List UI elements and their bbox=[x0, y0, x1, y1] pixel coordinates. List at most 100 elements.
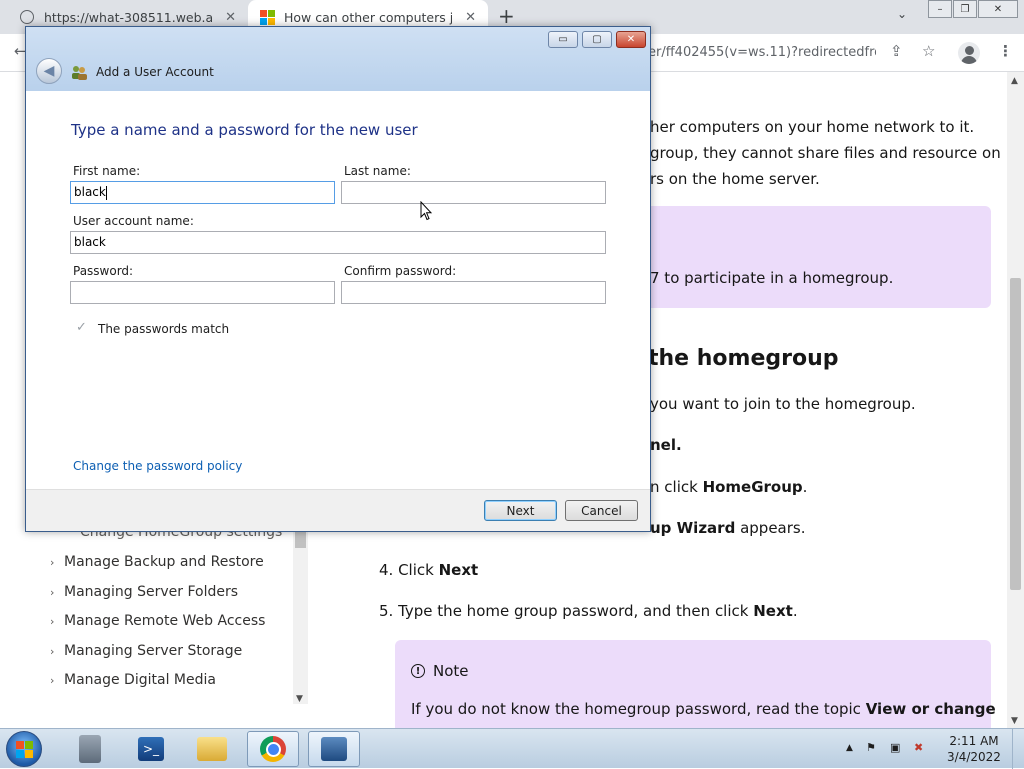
step-bold: nel. bbox=[650, 436, 682, 454]
step-post: . bbox=[792, 602, 798, 620]
password-match-status: The passwords match bbox=[98, 322, 230, 336]
dialog-title-bar: ▭ ▢ ✕ ◀ Add a User Account bbox=[26, 27, 650, 91]
step-post: . bbox=[802, 478, 808, 496]
dialog-close-button[interactable]: ✕ bbox=[616, 31, 646, 48]
nav-item-label: Manage Remote Web Access bbox=[64, 613, 266, 629]
taskbar-clock[interactable]: 2:11 AM 3/4/2022 bbox=[946, 733, 1002, 765]
taskbar-chrome[interactable] bbox=[247, 731, 299, 767]
first-name-field[interactable]: black bbox=[70, 181, 335, 204]
account-name-field[interactable]: black bbox=[70, 231, 606, 254]
step-pre: n click bbox=[650, 478, 703, 496]
nav-item-remote-web-access[interactable]: › Manage Remote Web Access bbox=[50, 613, 265, 629]
browser-maximize-button[interactable]: ❐ bbox=[953, 0, 977, 18]
password-policy-link[interactable]: Change the password policy bbox=[73, 459, 242, 473]
note-body-link[interactable]: View or change bbox=[866, 700, 996, 718]
tab-search-icon[interactable]: ⌄ bbox=[897, 7, 907, 21]
nav-item-label: Manage Backup and Restore bbox=[64, 554, 264, 570]
show-desktop-button[interactable] bbox=[1012, 729, 1024, 769]
more-menu-icon[interactable]: ⋮ bbox=[998, 42, 1013, 60]
step-pre: 4. Click bbox=[379, 561, 439, 579]
scroll-down-arrow-icon[interactable]: ▼ bbox=[296, 694, 303, 704]
share-icon[interactable]: ⇪ bbox=[890, 42, 903, 60]
volume-muted-icon[interactable]: ✖ bbox=[914, 741, 923, 754]
nav-item-label: Manage Digital Media bbox=[64, 672, 216, 688]
taskbar-explorer[interactable] bbox=[186, 731, 238, 767]
tab-close-icon[interactable]: ✕ bbox=[225, 10, 236, 25]
dialog-heading: Type a name and a password for the new u… bbox=[71, 121, 418, 139]
next-button[interactable]: Next bbox=[484, 500, 557, 521]
taskbar-powershell[interactable]: >_ bbox=[125, 731, 177, 767]
chevron-right-icon: › bbox=[50, 645, 55, 658]
section-heading: the homegroup bbox=[648, 346, 839, 371]
callout-box bbox=[620, 206, 991, 308]
chevron-right-icon: › bbox=[50, 674, 55, 687]
confirm-password-field[interactable] bbox=[341, 281, 606, 304]
tray-expand-icon[interactable]: ▲ bbox=[846, 743, 853, 753]
taskbar-network-app[interactable] bbox=[308, 731, 360, 767]
profile-avatar[interactable] bbox=[958, 42, 980, 64]
step-text: up Wizard appears. bbox=[650, 519, 806, 537]
article-paragraph-line: her computers on your home network to it… bbox=[650, 118, 975, 136]
address-bar[interactable]: er/ff402455(v=ws.11)?redirectedfro... bbox=[640, 39, 876, 67]
add-user-dialog: ▭ ▢ ✕ ◀ Add a User Account Type a name a… bbox=[25, 26, 651, 532]
step-post: appears. bbox=[735, 519, 806, 537]
new-tab-button[interactable]: + bbox=[498, 4, 515, 28]
nav-item-label: Managing Server Storage bbox=[64, 643, 243, 659]
dialog-footer: Next Cancel bbox=[26, 489, 650, 531]
dialog-title: Add a User Account bbox=[96, 65, 214, 79]
browser-close-button[interactable]: ✕ bbox=[978, 0, 1018, 18]
scroll-down-arrow-icon[interactable]: ▼ bbox=[1011, 716, 1018, 726]
note-body: If you do not know the homegroup passwor… bbox=[411, 700, 996, 718]
network-icon[interactable]: ▣ bbox=[890, 741, 900, 754]
scroll-up-arrow-icon[interactable]: ▲ bbox=[1011, 76, 1018, 86]
server-manager-icon bbox=[79, 735, 101, 763]
step-bold: HomeGroup bbox=[702, 478, 803, 496]
dialog-minimize-button[interactable]: ▭ bbox=[548, 31, 578, 48]
first-name-label: First name: bbox=[73, 164, 141, 178]
chrome-icon bbox=[260, 736, 286, 762]
info-icon: ! bbox=[411, 664, 425, 678]
windows-logo-icon bbox=[15, 740, 33, 758]
users-icon bbox=[72, 66, 87, 80]
callout-text: 7 to participate in a homegroup. bbox=[650, 269, 894, 287]
browser-minimize-button[interactable]: – bbox=[928, 0, 952, 18]
step-text: nel. bbox=[650, 436, 682, 454]
start-button[interactable] bbox=[6, 731, 42, 767]
taskbar-server-manager[interactable] bbox=[64, 731, 116, 767]
back-button[interactable]: ◀ bbox=[36, 58, 62, 84]
step-bold: up Wizard bbox=[650, 519, 736, 537]
nav-item-digital-media[interactable]: › Manage Digital Media bbox=[50, 672, 216, 688]
bookmark-star-icon[interactable]: ☆ bbox=[922, 42, 935, 60]
nav-item-backup[interactable]: › Manage Backup and Restore bbox=[50, 554, 264, 570]
confirm-password-label: Confirm password: bbox=[344, 264, 457, 278]
last-name-field[interactable] bbox=[341, 181, 606, 204]
action-center-flag-icon[interactable]: ⚑ bbox=[866, 741, 876, 754]
step-text: 5. Type the home group password, and the… bbox=[379, 602, 798, 620]
clock-date: 3/4/2022 bbox=[947, 750, 1001, 764]
page-scrollbar[interactable]: ▲ ▼ bbox=[1007, 72, 1024, 728]
cancel-button[interactable]: Cancel bbox=[565, 500, 638, 521]
last-name-label: Last name: bbox=[344, 164, 411, 178]
step-text: you want to join to the homegroup. bbox=[650, 395, 916, 413]
text-caret bbox=[105, 185, 107, 200]
step-bold: Next bbox=[753, 602, 793, 620]
chevron-right-icon: › bbox=[50, 556, 55, 569]
nav-scrollbar[interactable]: ▼ bbox=[293, 528, 308, 704]
tab-close-icon[interactable]: ✕ bbox=[465, 10, 476, 25]
windows-taskbar: >_ ▲ ⚑ ▣ ✖ 2:11 AM 3/4/2022 bbox=[0, 728, 1024, 769]
back-arrow-icon: ◀ bbox=[43, 63, 55, 79]
password-field[interactable] bbox=[70, 281, 335, 304]
page-scroll-thumb[interactable] bbox=[1010, 278, 1021, 590]
step-bold: Next bbox=[438, 561, 479, 579]
mouse-cursor-icon bbox=[420, 201, 432, 221]
note-title: Note bbox=[433, 662, 469, 680]
globe-icon bbox=[20, 10, 34, 24]
microsoft-logo-icon bbox=[260, 10, 275, 25]
step-text: n click HomeGroup. bbox=[650, 478, 807, 496]
dialog-maximize-button[interactable]: ▢ bbox=[582, 31, 612, 48]
note-header: ! Note bbox=[411, 662, 469, 680]
network-app-icon bbox=[321, 737, 347, 761]
nav-item-server-storage[interactable]: › Managing Server Storage bbox=[50, 643, 242, 659]
nav-item-server-folders[interactable]: › Managing Server Folders bbox=[50, 584, 238, 600]
first-name-value: black bbox=[74, 185, 106, 199]
